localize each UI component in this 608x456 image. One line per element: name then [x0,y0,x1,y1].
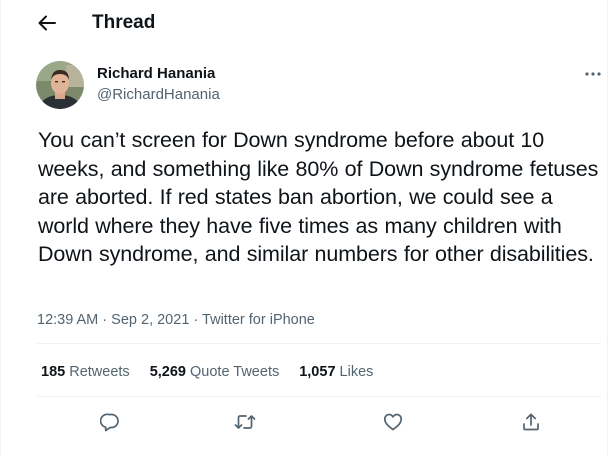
divider [37,396,601,397]
header: Thread [1,0,607,46]
author-handle[interactable]: @RichardHanania [97,86,220,104]
retweet-icon [234,415,256,429]
avatar[interactable] [36,61,84,109]
retweets-stat[interactable]: 185 Retweets [41,363,130,381]
like-button[interactable] [376,407,410,437]
likes-label: Likes [339,364,374,380]
avatar-image [36,61,84,109]
page-title: Thread [92,12,156,33]
tweet-text: You can’t screen for Down syndrome befor… [38,128,599,266]
share-button[interactable] [514,407,548,437]
divider [37,343,601,344]
tweet-actions [1,407,607,437]
likes-count: 1,057 [299,364,336,380]
meta-separator: · [193,312,199,328]
tweet-time[interactable]: 12:39 AM [37,312,98,328]
back-button[interactable] [31,8,63,38]
back-arrow-icon [38,15,56,31]
share-icon [523,413,539,431]
quote-tweets-count: 5,269 [149,364,186,380]
tweet-source[interactable]: Twitter for iPhone [202,312,315,328]
like-icon [383,413,403,431]
retweets-count: 185 [41,364,66,380]
tweet-date[interactable]: Sep 2, 2021 [111,312,189,328]
more-options-button[interactable] [581,64,605,84]
retweets-label: Retweets [69,364,130,380]
quote-tweets-stat[interactable]: 5,269 Quote Tweets [150,363,280,381]
quote-tweets-label: Quote Tweets [190,364,280,380]
tweet-stats: 185 Retweets 5,269 Quote Tweets 1,057 Li… [41,363,393,381]
thread-page: Thread Richard Hanania @RichardHanania Y… [0,0,608,456]
reply-icon [100,413,119,432]
retweet-button[interactable] [228,407,262,437]
more-icon [585,72,601,76]
meta-separator: · [102,312,108,328]
likes-stat[interactable]: 1,057 Likes [299,363,373,381]
reply-button[interactable] [93,407,127,437]
tweet-meta: 12:39 AM · Sep 2, 2021 · Twitter for iPh… [37,311,315,329]
author-name[interactable]: Richard Hanania [97,65,215,83]
